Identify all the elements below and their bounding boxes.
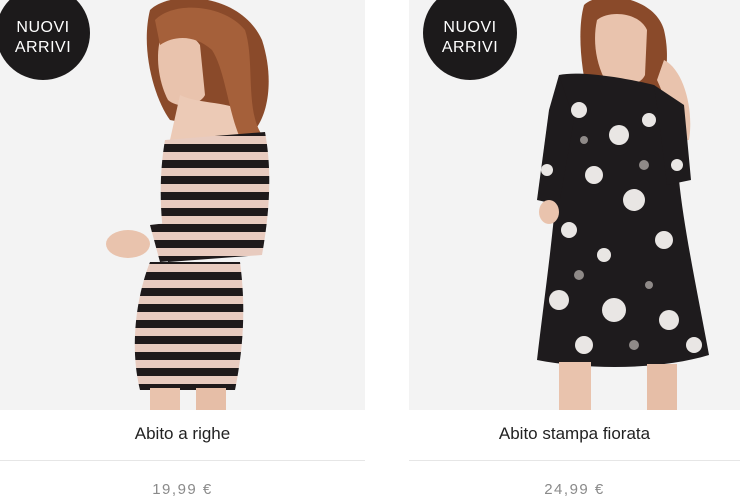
product-price: 19,99 € — [152, 481, 213, 498]
divider — [0, 460, 365, 461]
product-title[interactable]: Abito stampa fiorata — [409, 424, 740, 444]
product-card-striped-dress[interactable]: NUOVI ARRIVI Abito a righe 19,99 € — [0, 0, 365, 498]
product-image[interactable]: NUOVI ARRIVI — [409, 0, 740, 410]
badge-line-2: ARRIVI — [441, 39, 499, 56]
product-card-floral-dress[interactable]: NUOVI ARRIVI Abito stampa fiorata 24,99 … — [409, 0, 740, 498]
product-image[interactable]: NUOVI ARRIVI — [0, 0, 365, 410]
badge-line-1: NUOVI — [443, 19, 497, 36]
badge-line-1: NUOVI — [16, 19, 70, 36]
product-title[interactable]: Abito a righe — [0, 424, 365, 444]
divider — [409, 460, 740, 461]
badge-line-2: ARRIVI — [14, 39, 72, 56]
product-price: 24,99 € — [544, 481, 605, 498]
